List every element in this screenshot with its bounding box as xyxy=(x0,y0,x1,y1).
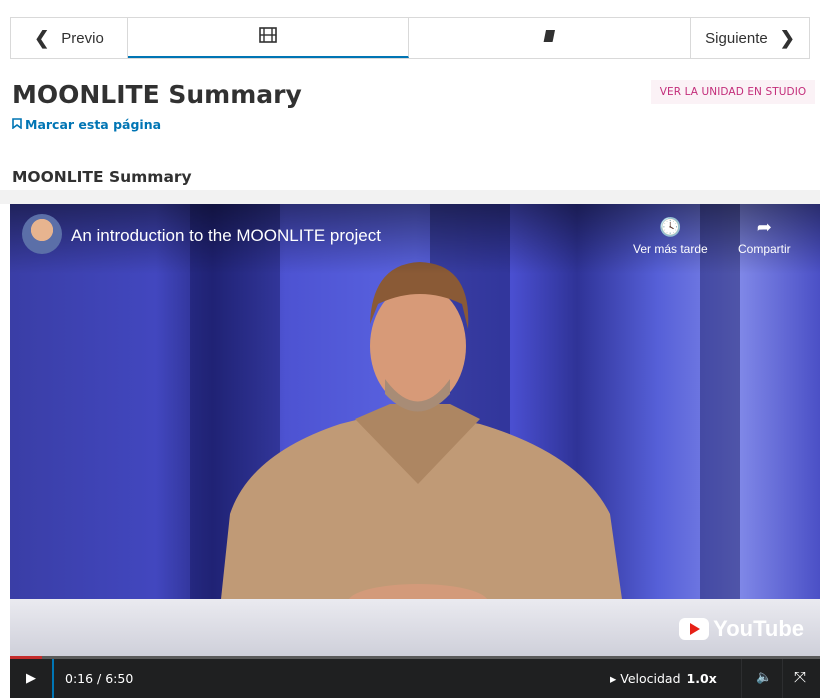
previous-label: Previo xyxy=(61,29,104,47)
next-label: Siguiente xyxy=(705,29,768,47)
chevron-right-icon: ❯ xyxy=(779,27,795,48)
previous-button[interactable]: ❮ Previo xyxy=(11,18,128,58)
speed-button[interactable]: ▸ Velocidad 1.0x xyxy=(610,671,717,686)
chevron-left-icon: ❮ xyxy=(34,27,50,48)
speed-label: Velocidad xyxy=(620,671,681,686)
film-icon xyxy=(259,27,277,47)
share-label: Compartir xyxy=(738,242,791,256)
divider-band xyxy=(0,190,820,204)
divider xyxy=(782,659,783,698)
bookmark-label: Marcar esta página xyxy=(25,117,162,132)
sequence-nav: ❮ Previo Siguiente ❯ xyxy=(10,17,810,59)
view-in-studio-button[interactable]: VER LA UNIDAD EN STUDIO xyxy=(651,80,815,104)
play-icon: ▶ xyxy=(26,671,36,686)
channel-avatar[interactable] xyxy=(22,214,62,254)
play-button[interactable]: ▶ xyxy=(10,659,54,698)
time-display: 0:16 / 6:50 xyxy=(65,671,134,686)
video-controls: ▶ 0:16 / 6:50 ▸ Velocidad 1.0x 🔈 ⤧ xyxy=(10,656,820,698)
watch-later-label: Ver más tarde xyxy=(633,242,708,256)
youtube-logo[interactable]: YouTube xyxy=(679,616,804,642)
bookmark-icon xyxy=(12,117,22,132)
tab-text-unit[interactable] xyxy=(409,18,691,58)
youtube-play-icon xyxy=(679,618,710,640)
share-arrow-icon: ➦ xyxy=(756,217,772,237)
unit-title: MOONLITE Summary xyxy=(12,168,192,186)
video-title[interactable]: An introduction to the MOONLITE project xyxy=(71,226,381,246)
bookmark-link[interactable]: Marcar esta página xyxy=(12,117,161,132)
divider xyxy=(741,659,742,698)
speed-value: 1.0x xyxy=(686,671,717,686)
caret-right-icon: ▸ xyxy=(610,671,617,686)
share-button[interactable]: ➦ Compartir xyxy=(738,216,791,256)
progress-bar[interactable] xyxy=(10,656,820,659)
tab-video-unit[interactable] xyxy=(128,18,409,58)
book-icon xyxy=(543,29,557,47)
next-button[interactable]: Siguiente ❯ xyxy=(691,18,809,58)
volume-icon[interactable]: 🔈 xyxy=(756,670,772,685)
clock-icon: 🕓 xyxy=(659,217,682,237)
watch-later-button[interactable]: 🕓 Ver más tarde xyxy=(633,216,708,256)
fullscreen-icon[interactable]: ⤧ xyxy=(794,668,806,686)
video-player[interactable]: An introduction to the MOONLITE project … xyxy=(10,204,820,656)
youtube-wordmark: YouTube xyxy=(713,616,804,641)
page-title: MOONLITE Summary xyxy=(12,80,302,109)
